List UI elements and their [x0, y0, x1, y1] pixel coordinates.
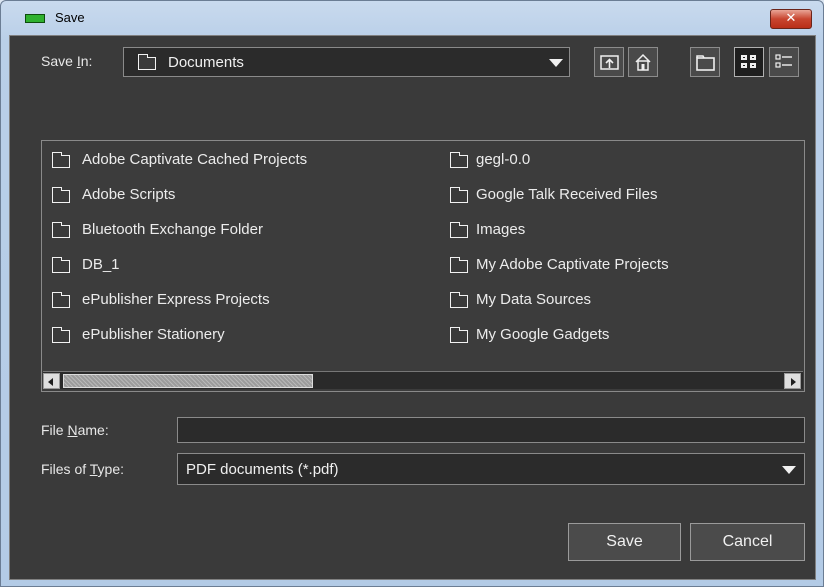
scroll-left-button[interactable]	[43, 373, 60, 389]
new-folder-button[interactable]	[690, 47, 720, 77]
file-name-label: File Name:	[41, 422, 109, 438]
save-dialog: Save ✕ Save In: Documents Adobe Captivat…	[0, 0, 824, 587]
list-view-button[interactable]	[734, 47, 764, 77]
folder-icon	[449, 292, 468, 308]
home-icon	[635, 53, 651, 71]
chevron-down-icon[interactable]	[782, 466, 796, 474]
home-button[interactable]	[628, 47, 658, 77]
up-one-level-button[interactable]	[594, 47, 624, 77]
save-in-label: Save In:	[41, 53, 93, 69]
folder-icon	[137, 54, 156, 70]
folder-icon	[449, 257, 468, 273]
window-title: Save	[55, 10, 85, 25]
file-type-label: Files of Type:	[41, 461, 125, 477]
folder-icon	[51, 327, 70, 343]
details-view-button[interactable]	[769, 47, 799, 77]
file-name-field[interactable]	[177, 417, 805, 443]
chevron-down-icon[interactable]	[549, 59, 563, 67]
details-view-icon	[775, 54, 792, 68]
scroll-right-button[interactable]	[784, 373, 801, 389]
folder-icon	[449, 222, 468, 238]
folder-icon	[449, 152, 468, 168]
folder-icon	[51, 187, 70, 203]
app-icon	[25, 14, 45, 23]
file-type-select[interactable]: PDF documents (*.pdf)	[177, 453, 805, 485]
save-button[interactable]: Save	[568, 523, 681, 561]
arrow-right-icon	[791, 378, 796, 386]
folder-icon	[51, 152, 70, 168]
folder-icon	[449, 187, 468, 203]
new-folder-icon	[696, 55, 715, 71]
close-button[interactable]: ✕	[770, 9, 812, 29]
horizontal-scrollbar[interactable]	[43, 371, 803, 389]
folder-icon	[51, 222, 70, 238]
file-type-value: PDF documents (*.pdf)	[186, 461, 339, 478]
scrollbar-thumb[interactable]	[63, 374, 313, 388]
up-one-level-icon	[600, 55, 619, 70]
cancel-button[interactable]: Cancel	[690, 523, 805, 561]
list-view-icon	[741, 55, 756, 68]
save-in-combo[interactable]: Documents	[123, 47, 570, 77]
folder-icon	[51, 292, 70, 308]
arrow-left-icon	[48, 378, 53, 386]
folder-icon	[449, 327, 468, 343]
save-in-value: Documents	[168, 54, 244, 71]
file-list[interactable]: Adobe Captivate Cached Projects Adobe Sc…	[41, 140, 805, 392]
folder-icon	[51, 257, 70, 273]
title-bar: Save ✕	[1, 1, 823, 35]
